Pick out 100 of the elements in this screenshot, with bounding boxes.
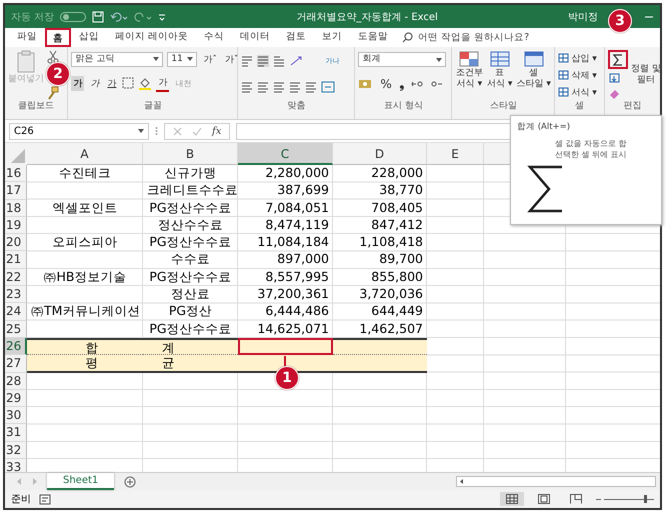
row-header[interactable]: 28 — [5, 372, 27, 390]
row-header[interactable]: 24 — [5, 303, 27, 321]
group-label: 클립보드 — [17, 101, 56, 113]
tooltip-text: 선택한 셀 뒤에 표시 — [555, 149, 627, 160]
menu-tab[interactable]: 페이지 레이아웃 — [107, 28, 196, 47]
table-cell-text: PG정산수수료 — [148, 320, 233, 338]
column-header[interactable]: D — [333, 143, 427, 165]
table-cell-text: 크레디트수수료 — [146, 182, 238, 200]
table-cell-text: 엑셀포인트 — [52, 200, 118, 217]
table-cell-text: ㈜HB정보기술 — [42, 268, 128, 286]
row-header[interactable]: 25 — [5, 320, 27, 338]
table-cell-text: 1,462,507 — [358, 320, 424, 338]
table-cell-text: 정산수수료 — [157, 216, 224, 234]
table-cell-text: 7,084,051 — [264, 200, 330, 217]
status-text: 준비 — [11, 493, 31, 506]
menu-tab[interactable]: 도움말 — [350, 28, 396, 47]
sheet-tab[interactable]: Sheet1 — [47, 473, 114, 490]
menu-tab[interactable]: 수식 — [196, 28, 232, 47]
row-header[interactable]: 27 — [5, 355, 27, 373]
group-label: 맞춤 — [286, 101, 306, 113]
row-header[interactable]: 18 — [5, 200, 27, 217]
group-label: 스타일 — [488, 101, 518, 113]
table-cell-text: 신규가맹 — [164, 165, 218, 182]
name-box[interactable]: C26 — [9, 122, 149, 140]
table-cell-text: 1,108,418 — [358, 234, 424, 252]
table-cell-text: 847,412 — [370, 216, 424, 234]
table-cell-text: 37,200,361 — [256, 286, 330, 304]
number-format-field[interactable]: 회계 — [358, 52, 446, 67]
column-header[interactable]: C — [238, 143, 333, 165]
user-name: 박미정 — [568, 10, 598, 24]
tooltip-text: 셀 값을 자동으로 합 — [555, 138, 627, 149]
table-cell-text: 89,700 — [378, 251, 424, 268]
conditional-format-button[interactable]: 조건부 서식 ▾ — [456, 50, 483, 101]
comma-button[interactable]: ❟ — [398, 76, 407, 92]
group-label: 글꼴 — [142, 101, 163, 113]
column-header[interactable]: E — [427, 143, 484, 165]
font-color-button[interactable]: 가 — [156, 74, 170, 92]
menu-tab[interactable]: 데이터 — [232, 28, 278, 47]
table-cell-text: PG정산수수료 — [148, 268, 233, 286]
row-header[interactable]: 23 — [5, 286, 27, 304]
window-title: 거래처별요약_자동합계 - Excel — [295, 10, 439, 24]
group-label: 표시 형식 — [382, 101, 424, 113]
underline-button[interactable]: 가 — [105, 76, 118, 90]
table-cell-text: 228,000 — [370, 165, 424, 182]
menu-tab[interactable]: 삽입 — [71, 28, 107, 47]
table-cell-text: 644,449 — [370, 303, 424, 320]
table-cell-text: PG정산수수료 — [148, 200, 233, 217]
menu-tab[interactable]: 검토 — [278, 28, 314, 47]
table-cell: 균 — [143, 355, 238, 373]
table-cell-text: 수수료 — [170, 251, 211, 268]
row-header[interactable]: 33 — [5, 459, 27, 472]
bold-button[interactable]: 가 — [71, 76, 84, 90]
column-header[interactable]: B — [143, 143, 238, 165]
format-button[interactable]: 서식 ▾ — [558, 84, 597, 100]
delete-button[interactable]: 삭제 ▾ — [558, 67, 597, 83]
tell-me-field[interactable]: 어떤 작업을 원하시나요? — [418, 31, 530, 44]
table-cell-text: PG정산수수료 — [148, 234, 233, 252]
shrink-font-button[interactable]: 가ˇ — [222, 52, 240, 66]
font-size-field[interactable]: 11 — [167, 52, 198, 66]
row-header[interactable]: 16 — [5, 165, 27, 182]
menu-tab[interactable]: 보기 — [314, 28, 350, 47]
menu-tab[interactable]: 홈 — [45, 28, 71, 47]
row-header[interactable]: 21 — [5, 251, 27, 269]
row-header[interactable]: 29 — [5, 390, 27, 408]
table-cell-text: PG정산 — [168, 303, 214, 320]
group-label: 편집 — [622, 101, 642, 113]
table-cell-text: ㈜TM커뮤니케이션 — [30, 303, 142, 320]
row-header[interactable]: 31 — [5, 424, 27, 442]
sort-filter-button[interactable]: 정렬 및 필터 — [631, 50, 660, 101]
table-cell-text: 6,444,486 — [264, 303, 330, 320]
cell-styles-button[interactable]: 셀 스타일 ▾ — [516, 50, 551, 101]
table-cell: 합 — [27, 338, 143, 356]
row-header[interactable]: 19 — [5, 216, 27, 234]
table-cell-text: 8,557,995 — [264, 268, 330, 286]
row-header[interactable]: 22 — [5, 268, 27, 286]
table-cell-text: 708,405 — [370, 200, 424, 217]
table-cell-text: 오피스피아 — [52, 234, 118, 252]
table-cell-text: 수진테크 — [58, 165, 112, 182]
menu-tab[interactable]: 파일 — [9, 28, 45, 47]
table-cell-text: 38,770 — [378, 182, 424, 200]
group-label: 셀 — [574, 101, 586, 113]
row-header[interactable]: 32 — [5, 442, 27, 460]
table-cell: 계 — [143, 338, 238, 356]
font-name-field[interactable]: 맑은 고딕 — [71, 52, 164, 66]
row-header[interactable]: 20 — [5, 234, 27, 252]
row-header[interactable]: 30 — [5, 407, 27, 424]
percent-button[interactable]: % — [378, 76, 394, 92]
grow-font-button[interactable]: 가ˆ — [201, 52, 219, 66]
table-cell-text: 8,474,119 — [264, 216, 330, 234]
italic-button[interactable]: 가 — [88, 76, 102, 90]
column-header[interactable]: A — [27, 143, 143, 165]
table-cell-text: 11,084,184 — [256, 234, 330, 252]
insert-function-button[interactable]: fx — [212, 126, 222, 136]
table-cell-text: 897,000 — [276, 251, 330, 268]
table-cell-text: 387,699 — [276, 182, 330, 200]
row-header[interactable]: 17 — [5, 182, 27, 200]
row-header[interactable]: 26 — [5, 338, 27, 356]
insert-button[interactable]: 삽입 ▾ — [558, 50, 597, 66]
table-cell-text: 정산료 — [170, 286, 211, 304]
format-table-button[interactable]: 표 서식 ▾ — [487, 50, 512, 101]
